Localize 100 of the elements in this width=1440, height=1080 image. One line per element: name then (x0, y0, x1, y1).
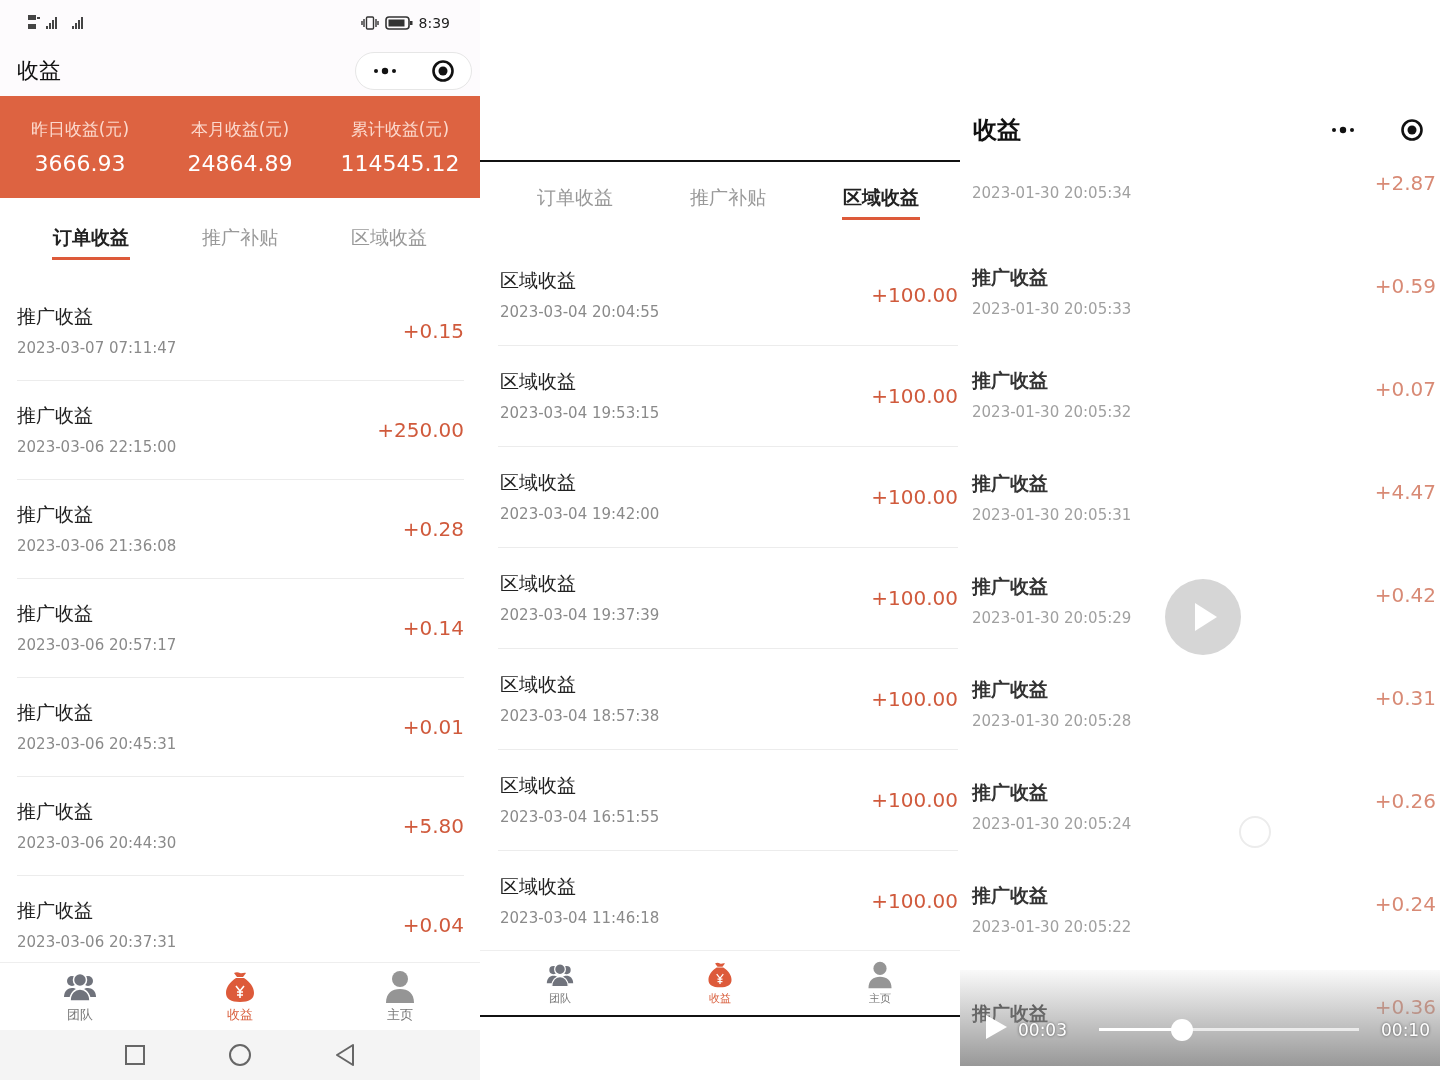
slider-thumb[interactable] (1171, 1019, 1194, 1041)
record-title: 区域收益 (500, 874, 577, 899)
nav-label[interactable]: 主页 (387, 1005, 413, 1024)
record-amount: +0.36 (1374, 994, 1436, 1019)
record-time: 2023-03-04 19:53:15 (500, 403, 660, 424)
record-time: 2023-03-06 20:45:31 (17, 734, 177, 755)
record-title: 推广收益 (17, 601, 94, 626)
record-title: 推广收益 (972, 676, 1049, 702)
record-time: 2023-01-30 20:05:24 (972, 813, 1132, 835)
record-title: 推广收益 (972, 882, 1049, 908)
record-title: 推广收益 (17, 304, 94, 329)
record-time: 2023-03-04 19:37:39 (500, 605, 660, 626)
tab[interactable]: 订单收益 (536, 184, 613, 210)
record-amount: +100.00 (871, 889, 958, 913)
record-title: 区域收益 (500, 773, 577, 798)
record-title: 推广收益 (17, 898, 94, 923)
record-title: 推广收益 (17, 700, 94, 725)
record-time: 2023-01-30 20:05:29 (972, 607, 1132, 629)
vibrate-icon (360, 15, 379, 30)
close-icon[interactable] (1400, 118, 1424, 142)
record-time: 2023-03-06 22:15:00 (17, 437, 177, 458)
record-amount: +100.00 (871, 788, 958, 812)
home-icon[interactable] (228, 1043, 252, 1067)
record-amount: +0.31 (1374, 685, 1436, 710)
record-amount: +0.26 (1374, 788, 1436, 813)
record-title: 区域收益 (500, 470, 577, 495)
battery-icon (384, 15, 413, 30)
record-amount: +0.07 (1374, 376, 1436, 401)
person-icon[interactable] (866, 960, 894, 989)
record-amount: +0.28 (402, 517, 464, 541)
close-icon[interactable] (430, 58, 455, 83)
record-amount: +100.00 (871, 485, 958, 509)
record-title: 推广收益 (972, 573, 1049, 599)
record-amount: +100.00 (871, 687, 958, 711)
record-title: 区域收益 (500, 268, 577, 293)
page-title: 收益 (973, 115, 1021, 146)
record-amount: +250.00 (377, 418, 464, 442)
record-time: 2023-01-30 20:05:22 (972, 916, 1132, 938)
record-title: 推广收益 (972, 367, 1049, 393)
tab[interactable]: 推广补贴 (202, 224, 278, 250)
nav-label[interactable]: 收益 (227, 1005, 253, 1024)
record-amount: +0.24 (1374, 891, 1436, 916)
page-title: 收益 (17, 56, 61, 85)
record-time: 2023-03-06 20:44:30 (17, 833, 177, 854)
record-time: 2023-01-30 20:05:32 (972, 401, 1132, 423)
record-amount: +0.15 (402, 319, 464, 343)
nav-label[interactable]: 主页 (869, 990, 891, 1006)
record-amount: +2.87 (1374, 171, 1436, 195)
record-title: 区域收益 (500, 571, 577, 596)
record-time: 2023-01-30 20:05:28 (972, 710, 1132, 732)
record-time: 2023-03-04 20:04:55 (500, 302, 660, 323)
record-title: 区域收益 (500, 672, 577, 697)
record-title: 推广收益 (972, 264, 1049, 290)
record-amount: +5.80 (402, 814, 464, 838)
record-time: 2023-03-07 07:11:47 (17, 338, 177, 359)
record-time: 2023-01-30 20:05:34 (972, 183, 1132, 204)
money-bag-icon[interactable] (223, 969, 257, 1004)
record-amount: +0.04 (402, 913, 464, 937)
record-time: 2023-01-30 20:05:33 (972, 298, 1132, 320)
record-amount: +0.01 (402, 715, 464, 739)
video-progress-slider[interactable] (1099, 1019, 1359, 1041)
back-icon[interactable] (334, 1043, 356, 1067)
record-time: 2023-03-04 16:51:55 (500, 807, 660, 828)
status-time: 8:39 (418, 14, 450, 31)
tab[interactable]: 订单收益 (53, 224, 130, 250)
tab[interactable]: 区域收益 (843, 184, 920, 210)
record-time: 2023-03-04 11:46:18 (500, 908, 660, 929)
record-time: 2023-03-06 20:37:31 (17, 932, 177, 953)
tab[interactable]: 推广补贴 (690, 184, 766, 210)
record-time: 2023-03-04 18:57:38 (500, 706, 660, 727)
nav-label[interactable]: 收益 (709, 990, 731, 1006)
record-amount: +100.00 (871, 283, 958, 307)
record-amount: +0.14 (402, 616, 464, 640)
stat-value: 3666.93 (34, 151, 126, 176)
record-time: 2023-03-06 20:57:17 (17, 635, 177, 656)
record-title: 推广收益 (972, 779, 1049, 805)
stat-label: 累计收益(元) (350, 118, 450, 141)
record-title: 推广收益 (972, 470, 1049, 496)
stat-label: 昨日收益(元) (30, 118, 130, 141)
record-amount: +100.00 (871, 384, 958, 408)
record-amount: +4.47 (1374, 479, 1436, 504)
video-duration: 00:10 (1381, 1020, 1430, 1040)
record-title: 推广收益 (17, 799, 94, 824)
stat-value: 114545.12 (340, 151, 460, 176)
person-icon[interactable] (383, 969, 417, 1004)
stat-value: 24864.89 (187, 151, 293, 176)
record-time: 2023-01-30 20:05:31 (972, 504, 1132, 526)
nav-label[interactable]: 团队 (67, 1005, 93, 1024)
record-title: 推广收益 (17, 502, 94, 527)
stat-label: 本月收益(元) (190, 118, 290, 141)
record-amount: +0.42 (1374, 582, 1436, 607)
tab[interactable]: 区域收益 (350, 224, 427, 250)
money-bag-icon[interactable] (706, 960, 734, 989)
record-title: 推广收益 (17, 403, 94, 428)
record-time: 2023-03-06 21:36:08 (17, 536, 177, 557)
recent-apps-icon[interactable] (124, 1044, 146, 1066)
record-amount: +100.00 (871, 586, 958, 610)
record-amount: +0.59 (1374, 273, 1436, 298)
record-time: 2023-03-04 19:42:00 (500, 504, 660, 525)
nav-label[interactable]: 团队 (549, 990, 571, 1006)
